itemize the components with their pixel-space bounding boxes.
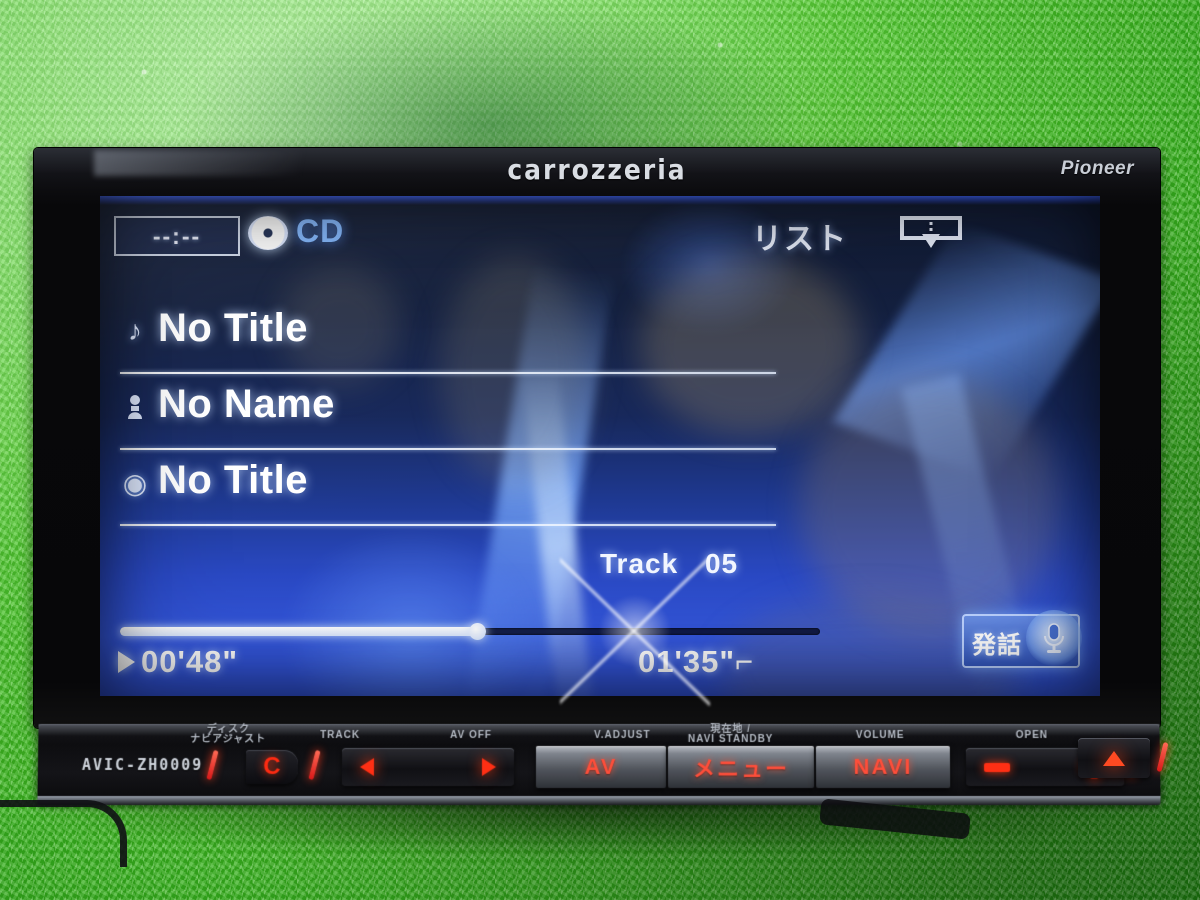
cable-left (0, 800, 127, 867)
c-button[interactable]: C (245, 750, 299, 785)
av-button-label: AV (584, 754, 618, 780)
navi-button[interactable]: NAVI (815, 746, 951, 789)
indicator-slash-right (308, 749, 321, 781)
car-head-unit: carrozzeria Pioneer AVIC-ZH0009 ディスク ナビア… (24, 148, 1174, 858)
open-eject-button[interactable] (1078, 738, 1150, 778)
control-panel: AVIC-ZH0009 ディスク ナビアジャスト TRACK AV OFF V.… (37, 724, 1161, 806)
volume-label: VOLUME (855, 730, 905, 742)
av-button[interactable]: AV (535, 746, 667, 789)
menu-button-label: メニュー (692, 756, 790, 782)
unit-front-face: carrozzeria Pioneer (34, 148, 1160, 728)
panel-bottom-edge (37, 796, 1161, 806)
screen-vignette (100, 196, 1100, 696)
track-rocker[interactable] (341, 748, 515, 787)
track-label: TRACK (320, 730, 361, 742)
eject-icon[interactable] (1103, 750, 1125, 766)
disc-label: ディスク ナビアジャスト (190, 724, 267, 746)
track-next-icon[interactable] (481, 758, 497, 777)
brand-logo-carrozzeria: carrozzeria (507, 153, 687, 186)
screenshot-root: carrozzeria Pioneer AVIC-ZH0009 ディスク ナビア… (0, 0, 1200, 900)
navi-standby-label: 現在地 / NAVI STANDBY (687, 724, 774, 746)
c-button-label: C (263, 753, 281, 781)
v-adjust-label: V.ADJUST (594, 730, 651, 742)
av-off-label: AV OFF (450, 730, 493, 742)
menu-button[interactable]: メニュー (667, 746, 815, 789)
volume-minus-icon[interactable] (983, 762, 1011, 772)
brand-logo-pioneer: Pioneer (1060, 158, 1134, 179)
navi-button-label: NAVI (853, 754, 913, 780)
track-previous-icon[interactable] (359, 758, 375, 777)
lcd-screen[interactable]: --:-- CD リスト (100, 196, 1100, 696)
indicator-slash-left (206, 749, 219, 781)
model-number-label: AVIC-ZH0009 (81, 756, 204, 775)
open-label: OPEN (1015, 730, 1049, 742)
